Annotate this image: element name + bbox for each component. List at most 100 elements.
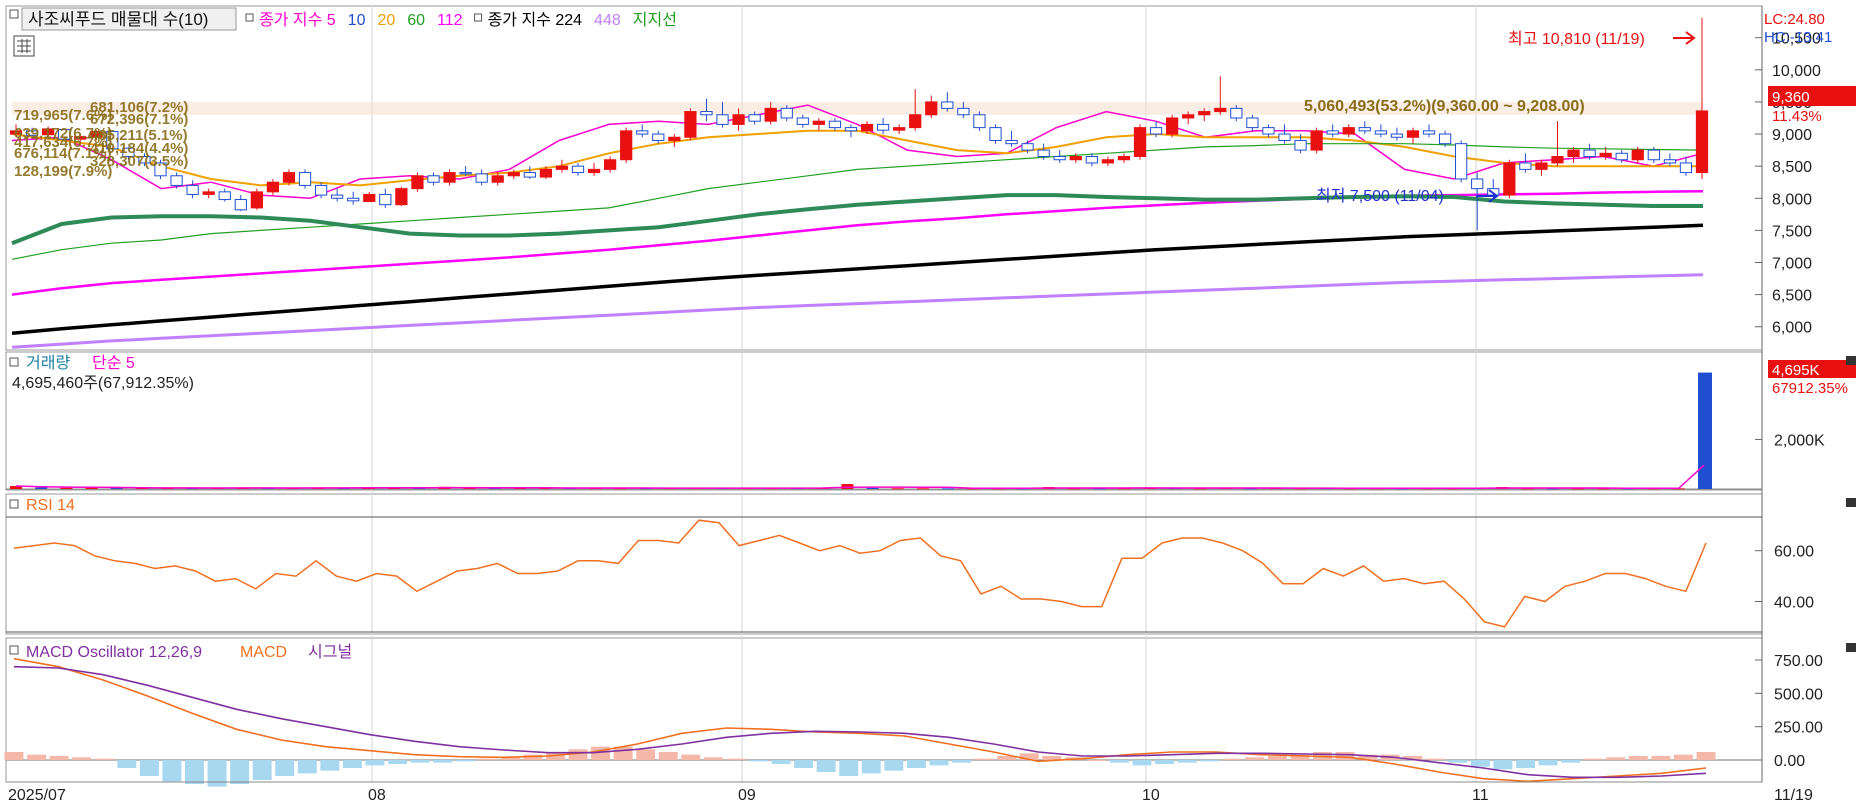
candle-body	[1583, 149, 1596, 158]
oscillator-bar	[162, 760, 182, 782]
oscillator-bar	[388, 760, 407, 764]
candle-body	[1374, 130, 1387, 135]
panel-toggle-icon[interactable]	[9, 9, 19, 19]
candle-body	[1085, 156, 1098, 164]
oscillator-bar	[1267, 756, 1287, 760]
candle-body	[1390, 133, 1404, 138]
last-date: 11/19	[1774, 787, 1813, 804]
oscillator-bar	[4, 752, 24, 760]
candle-body	[507, 172, 520, 177]
oscillator-bar	[906, 760, 926, 768]
candle-body	[1165, 117, 1179, 135]
oscillator-bar	[929, 760, 949, 766]
volume-toggle-icon[interactable]	[9, 357, 19, 367]
price-panel-frame	[5, 5, 1763, 351]
oscillator-bar	[1516, 760, 1535, 768]
oscillator-bar	[1222, 758, 1242, 760]
candle-body	[1695, 110, 1709, 174]
candle-body	[571, 165, 585, 174]
candle-body	[363, 193, 376, 202]
price-tick-label: 8,500	[1772, 159, 1812, 176]
candle-body	[620, 130, 633, 161]
candle-body	[1631, 149, 1644, 161]
legend-item: 60	[407, 12, 425, 29]
candle-body	[1294, 139, 1307, 151]
candle-body	[1198, 111, 1211, 116]
oscillator-bar	[49, 756, 69, 760]
oscillator-bar	[1200, 760, 1220, 762]
candle-body	[170, 175, 183, 186]
high-annotation: 최고 10,810 (11/19)	[1508, 30, 1645, 48]
candle-body	[1117, 156, 1131, 161]
candle-body	[1149, 127, 1163, 135]
rsi-close-icon[interactable]	[1846, 498, 1856, 507]
oscillator-bar	[342, 760, 362, 768]
candle-body	[812, 120, 825, 125]
oscillator-bar	[1538, 760, 1558, 766]
x-axis-label: 2025/07	[8, 787, 66, 804]
oscillator-bar	[365, 760, 385, 766]
oscillator-bar	[478, 758, 498, 760]
oscillator-bar	[839, 760, 859, 776]
candle-body	[314, 184, 328, 196]
candle-body	[298, 172, 312, 186]
current-volume-pct: 67912.35%	[1772, 380, 1848, 397]
rsi-tick-label: 40.00	[1774, 595, 1814, 612]
price-tick-label: 10,000	[1772, 63, 1821, 80]
oscillator-bar	[1425, 758, 1445, 760]
macd-toggle-icon[interactable]	[9, 645, 19, 655]
candle-body	[844, 127, 858, 132]
oscillator-bar	[433, 760, 453, 763]
candle-body	[1310, 130, 1323, 151]
candle-body	[636, 130, 649, 135]
current-price: 9,360	[1772, 89, 1810, 106]
grid-toggle-icon[interactable]	[13, 35, 35, 57]
candle-body	[347, 197, 360, 202]
candle-body	[860, 123, 874, 132]
candle-body	[202, 191, 215, 195]
candle-body	[411, 175, 424, 190]
x-axis-label: 09	[738, 787, 756, 804]
candle-body	[1679, 162, 1693, 174]
candle-body	[1053, 156, 1066, 161]
macd-tick-label: 0.00	[1774, 753, 1805, 770]
legend-square-icon	[474, 13, 483, 22]
candle-body	[427, 175, 440, 183]
macd-tick-label: 250.00	[1774, 720, 1823, 737]
candle-body	[1422, 130, 1436, 135]
candle-body	[1326, 130, 1339, 135]
macd-title: MACD Oscillator 12,26,9	[26, 644, 202, 661]
rsi-toggle-icon[interactable]	[9, 499, 19, 509]
oscillator-bar	[703, 757, 723, 760]
oscillator-bar	[297, 760, 317, 774]
oscillator-bar	[185, 760, 204, 784]
hc-label: HC:-13.41	[1764, 29, 1832, 46]
oscillator-bar	[1245, 757, 1265, 760]
ma-legend: 종가 지수 5 10 20 60 112 종가 지수 224 448 지지선	[245, 11, 677, 29]
legend-item: 종가 지수 224	[488, 11, 583, 29]
candle-body	[1503, 162, 1516, 196]
chart-title: 사조씨푸드 매물대 수(10)	[28, 10, 208, 29]
candle-body	[1101, 159, 1115, 164]
candle-body	[395, 188, 408, 206]
macd-label: MACD	[240, 644, 287, 661]
oscillator-bar	[636, 749, 656, 760]
x-axis-label: 08	[368, 787, 386, 804]
candle-body	[218, 191, 231, 201]
candle-body	[587, 168, 601, 174]
candle-body	[1406, 130, 1420, 138]
candle-body	[1438, 133, 1452, 145]
candle-body	[1358, 127, 1371, 132]
macd-close-icon[interactable]	[1846, 643, 1856, 652]
oscillator-bar	[1335, 752, 1355, 760]
oscillator-bar	[1448, 760, 1468, 763]
volume-close-icon[interactable]	[1846, 356, 1856, 365]
volume-bar	[916, 488, 929, 490]
volume-bar	[60, 487, 73, 489]
price-tick-label: 7,500	[1772, 223, 1812, 240]
oscillator-bar	[1109, 760, 1129, 763]
price-tick-label: 8,000	[1772, 191, 1812, 208]
candle-body	[989, 127, 1002, 141]
price-tick-label: 7,000	[1772, 256, 1812, 273]
oscillator-bar	[72, 757, 92, 760]
